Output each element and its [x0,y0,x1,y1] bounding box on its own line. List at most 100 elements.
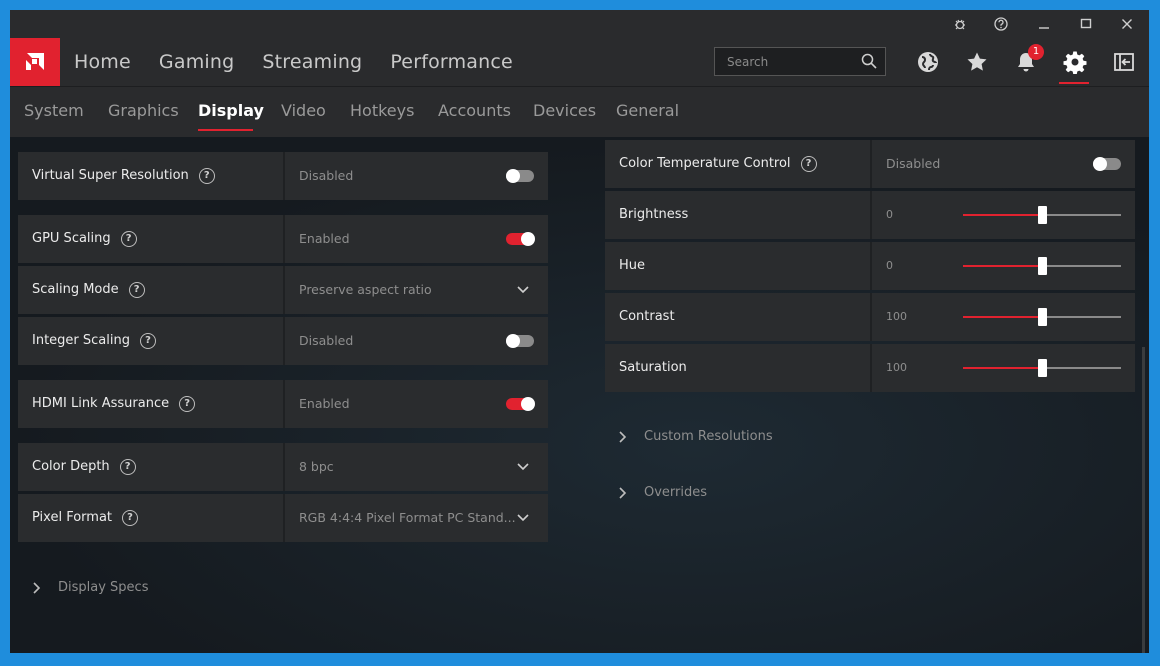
search-icon[interactable] [861,53,877,73]
notification-count-badge: 1 [1028,44,1044,60]
hdmi-link-toggle[interactable] [506,397,535,411]
integer-scaling-toggle[interactable] [506,334,534,348]
setting-value: Enabled [299,396,350,411]
setting-contrast: Contrast 100 [605,293,1135,341]
top-navigation: Home Gaming Streaming Performance 1 [10,38,1149,86]
setting-brightness: Brightness 0 [605,191,1135,239]
maximize-icon[interactable] [1071,13,1101,35]
expander-label: Overrides [644,485,708,500]
favorites-star-icon[interactable] [965,50,989,74]
slider-fill [963,265,1042,267]
setting-integer-scaling: Integer Scaling? Disabled [18,317,548,365]
setting-value: Disabled [886,156,941,171]
chevron-right-icon [619,486,627,499]
setting-color-depth[interactable]: Color Depth? 8 bpc [18,443,548,491]
pixel-format-select[interactable]: RGB 4:4:4 Pixel Format PC Stand... [299,494,516,542]
help-icon[interactable]: ? [128,282,145,298]
app-window: Home Gaming Streaming Performance 1 [10,10,1149,653]
tab-devices[interactable]: Devices [533,87,596,135]
display-settings-content: Virtual Super Resolution? Disabled GPU S… [10,137,1149,653]
nav-performance[interactable]: Performance [390,38,513,86]
close-icon[interactable] [1112,13,1142,35]
setting-label: Virtual Super Resolution [32,168,189,183]
bug-report-icon[interactable] [945,13,975,35]
contrast-slider[interactable] [963,308,1121,326]
help-icon[interactable]: ? [198,168,215,184]
setting-label: Contrast [619,309,675,324]
help-icon[interactable]: ? [122,510,139,526]
notifications-bell-icon[interactable]: 1 [1014,44,1044,74]
setting-label: Color Depth [32,459,110,474]
help-icon[interactable] [986,13,1016,35]
scaling-mode-select[interactable]: Preserve aspect ratio [299,266,432,314]
amd-logo[interactable] [10,38,60,86]
chevron-down-icon[interactable] [516,284,530,296]
nav-home[interactable]: Home [74,38,131,86]
display-specs-expander[interactable]: Display Specs [32,580,148,595]
brightness-slider[interactable] [963,206,1121,224]
setting-label: Color Temperature Control [619,156,791,171]
gpu-scaling-toggle[interactable] [506,232,535,246]
nav-gaming[interactable]: Gaming [159,38,234,86]
tab-hotkeys[interactable]: Hotkeys [350,87,414,135]
color-temperature-toggle[interactable] [1093,157,1121,171]
tab-system[interactable]: System [24,87,84,135]
setting-label: Hue [619,258,646,273]
help-icon[interactable]: ? [800,156,817,172]
slider-thumb[interactable] [1038,308,1047,326]
tab-graphics[interactable]: Graphics [108,87,179,135]
tab-display-underline [198,129,253,131]
chevron-down-icon[interactable] [516,461,530,473]
setting-label: GPU Scaling [32,231,111,246]
toggle-knob [506,334,520,348]
setting-label: HDMI Link Assurance [32,396,170,411]
overrides-expander[interactable]: Overrides [618,485,707,500]
color-depth-select[interactable]: 8 bpc [299,443,334,491]
search-box [714,47,886,76]
globe-icon[interactable] [916,50,940,74]
help-icon[interactable]: ? [119,459,136,475]
setting-hue: Hue 0 [605,242,1135,290]
setting-value: Enabled [299,231,350,246]
setting-hdmi-link-assurance: HDMI Link Assurance? Enabled [18,380,548,428]
main-nav: Home Gaming Streaming Performance [74,38,541,86]
setting-label: Integer Scaling [32,333,130,348]
help-icon[interactable]: ? [139,333,156,349]
nav-streaming[interactable]: Streaming [262,38,362,86]
vsr-toggle[interactable] [506,169,534,183]
setting-value: 100 [886,310,907,323]
search-input[interactable] [721,52,863,71]
setting-scaling-mode[interactable]: Scaling Mode? Preserve aspect ratio [18,266,548,314]
saturation-slider[interactable] [963,359,1121,377]
settings-gear-icon[interactable] [1063,50,1087,74]
scrollbar[interactable] [1142,347,1145,653]
tab-accounts[interactable]: Accounts [438,87,511,135]
tab-display[interactable]: Display [198,87,264,135]
setting-label: Pixel Format [32,510,113,525]
slider-fill [963,367,1042,369]
minimize-icon[interactable] [1029,13,1059,35]
help-icon[interactable]: ? [179,396,196,412]
slider-thumb[interactable] [1038,257,1047,275]
window-controls-bar [10,10,1149,38]
slider-thumb[interactable] [1038,206,1047,224]
help-icon[interactable]: ? [120,231,137,247]
setting-pixel-format[interactable]: Pixel Format? RGB 4:4:4 Pixel Format PC … [18,494,548,542]
custom-resolutions-expander[interactable]: Custom Resolutions [618,429,773,444]
tab-general[interactable]: General [616,87,679,135]
exit-panel-icon[interactable] [1112,50,1136,74]
hue-slider[interactable] [963,257,1121,275]
setting-gpu-scaling: GPU Scaling? Enabled [18,215,548,263]
settings-active-indicator [1059,82,1089,84]
tab-video[interactable]: Video [281,87,326,135]
chevron-down-icon[interactable] [516,512,530,524]
slider-fill [963,316,1042,318]
setting-value: Disabled [299,333,354,348]
setting-virtual-super-resolution: Virtual Super Resolution? Disabled [18,152,548,200]
expander-label: Custom Resolutions [644,429,773,444]
toggle-knob [506,169,520,183]
slider-thumb[interactable] [1038,359,1047,377]
setting-value: 100 [886,361,907,374]
setting-label: Saturation [619,360,687,375]
chevron-right-icon [33,581,41,594]
